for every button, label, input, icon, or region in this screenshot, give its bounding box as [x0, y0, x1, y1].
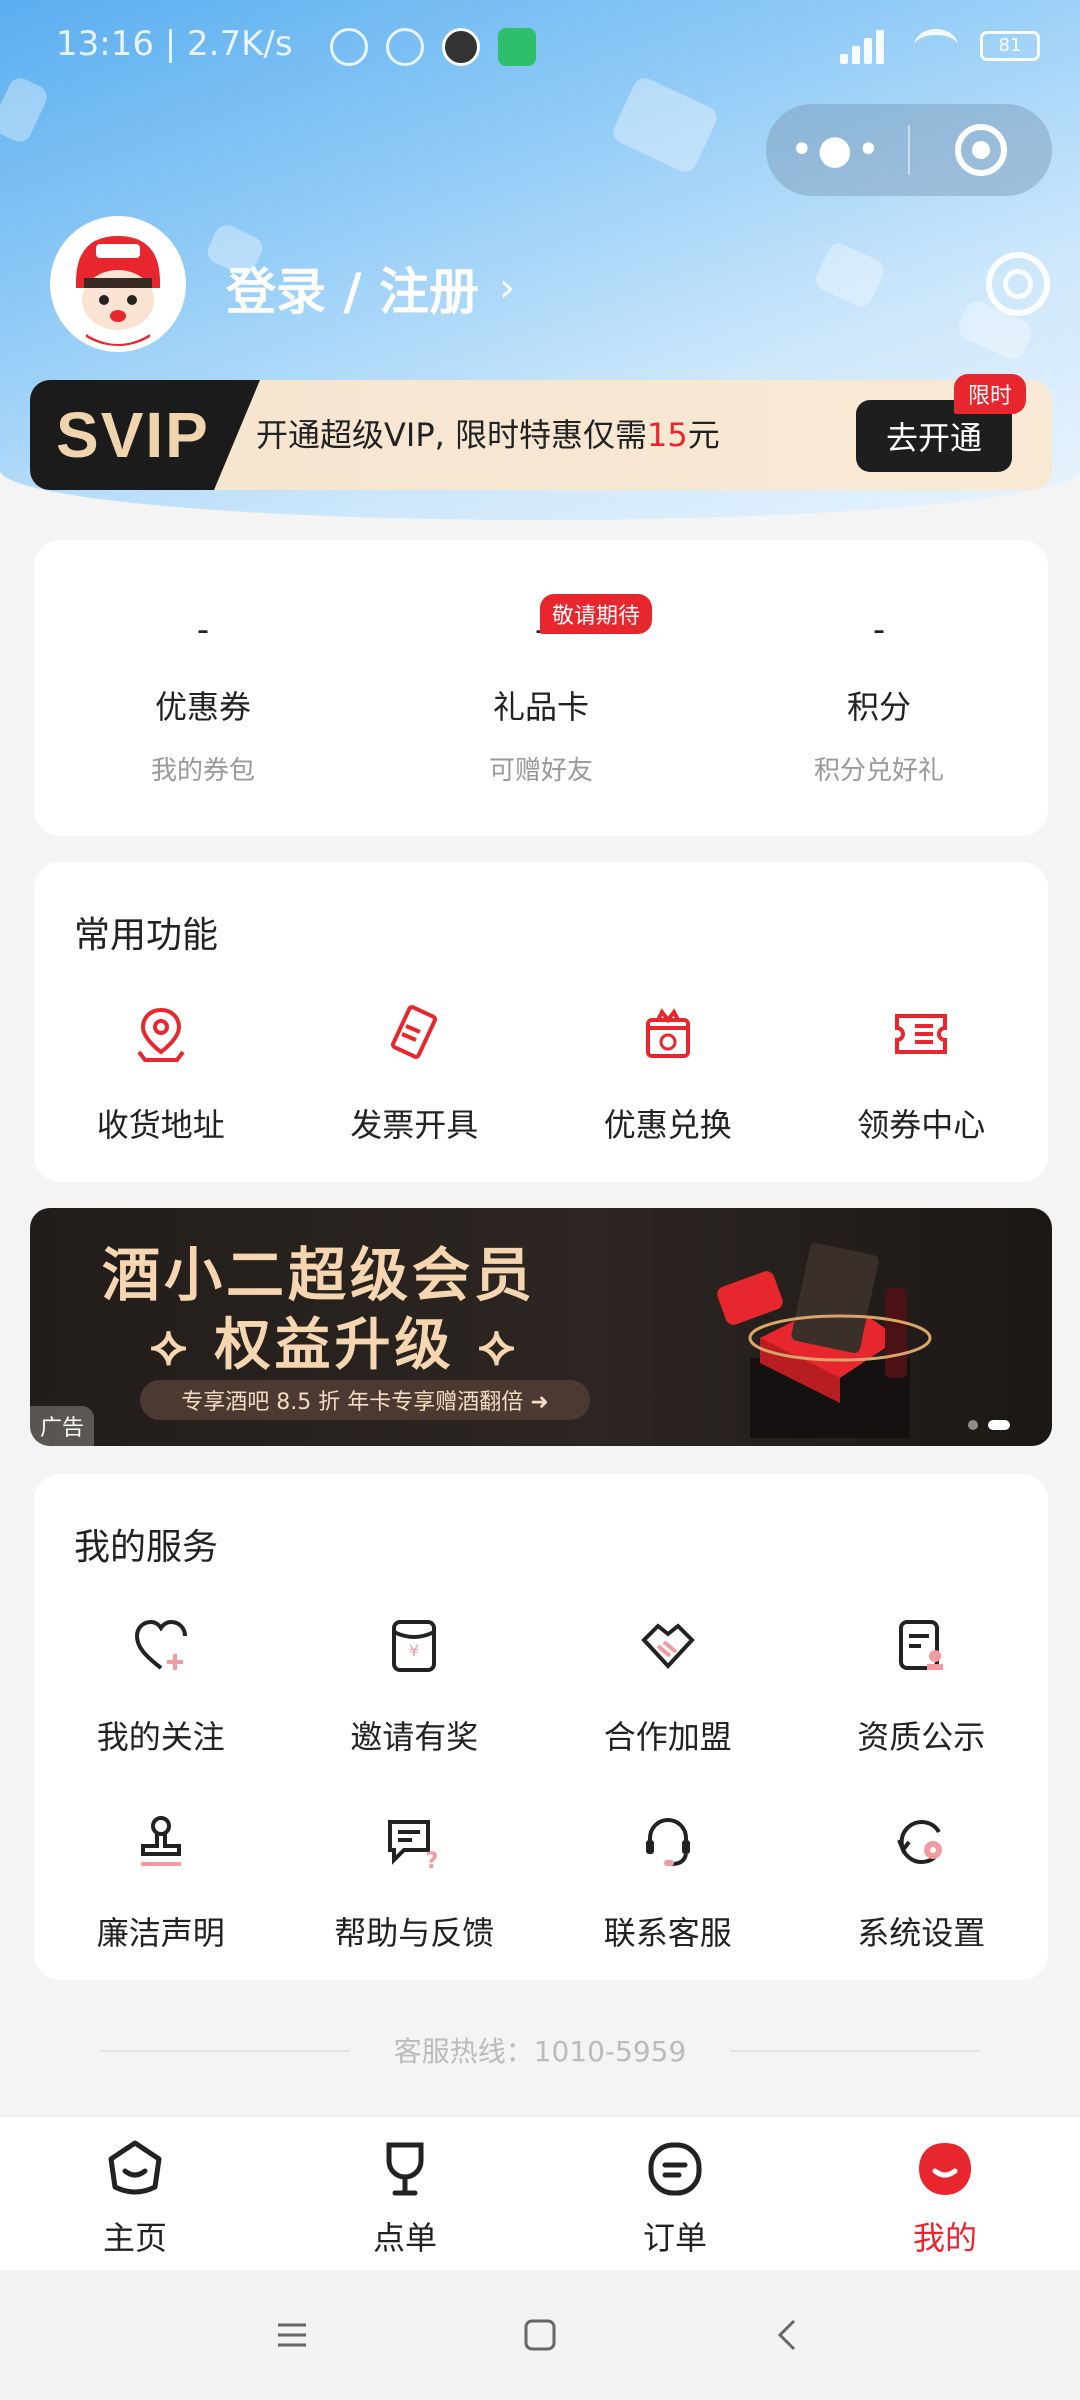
exchange-entry[interactable]: 优惠兑换 — [541, 1002, 795, 1146]
customer-service-entry[interactable]: 联系客服 — [541, 1810, 795, 1954]
coming-soon-badge: 敬请期待 — [540, 594, 653, 634]
carousel-indicator — [968, 1420, 1010, 1430]
help-feedback-icon: ? — [382, 1810, 446, 1874]
gift-box-illustration-icon — [717, 1242, 932, 1438]
coupon-icon — [889, 1002, 953, 1066]
status-time: 13:16 | 2.7K/s — [56, 24, 293, 64]
carousel-dot-active — [988, 1420, 1010, 1430]
settings-icon[interactable] — [986, 252, 1050, 316]
coupon-sub: 我的券包 — [150, 756, 255, 786]
wine-glass-icon — [386, 2142, 424, 2196]
battery-saver-icon — [498, 28, 536, 66]
banner-subtitle: ⟡ 权益升级 ⟡ — [150, 1313, 520, 1378]
more-icon[interactable]: •●• — [766, 127, 908, 173]
svg-text:?: ? — [426, 1849, 439, 1874]
section-title: 常用功能 — [74, 915, 219, 956]
tab-home[interactable]: 主页 — [0, 2117, 270, 2270]
profile-icon — [919, 2143, 971, 2195]
recent-apps-button[interactable] — [168, 2270, 416, 2400]
gift-card-sub: 可赠好友 — [488, 756, 593, 786]
coupon-center-entry[interactable]: 领券中心 — [795, 1002, 1049, 1146]
home-button[interactable] — [416, 2270, 664, 2400]
settings-icon — [889, 1810, 953, 1874]
coupon-asset[interactable]: - 优惠券 我的券包 — [34, 540, 372, 836]
svg-text:¥: ¥ — [409, 1641, 419, 1660]
battery-icon: 81 — [980, 31, 1040, 61]
qualification-entry[interactable]: 资质公示 — [795, 1614, 1049, 1758]
location-pin-icon — [129, 1002, 193, 1066]
handshake-icon — [636, 1614, 700, 1678]
carousel-dot — [968, 1420, 978, 1430]
headset-icon — [636, 1810, 700, 1874]
home-icon — [108, 2140, 162, 2195]
svip-promo-bar[interactable]: SVIP 开通超级VIP, 限时特惠仅需15元 去开通 限时 — [30, 374, 1052, 490]
my-services-card: 我的服务 我的关注 ¥ 邀请有奖 合作加盟 资质公示 廉洁声明 ? 帮助与反馈 … — [34, 1474, 1048, 1980]
target-icon — [955, 124, 1007, 176]
invite-envelope-icon: ¥ — [382, 1614, 446, 1678]
system-navigation-bar — [0, 2270, 1080, 2400]
bottom-tab-bar: 主页 点单 订单 我的 — [0, 2116, 1080, 2270]
integrity-statement-entry[interactable]: 廉洁声明 — [34, 1810, 288, 1954]
help-feedback-entry[interactable]: ? 帮助与反馈 — [288, 1810, 542, 1954]
banner-promo-pill: 专享酒吧 8.5 折 年卡专享赠酒翻倍 ➜ — [140, 1380, 590, 1420]
mascot-avatar-icon — [56, 222, 180, 346]
points-label: 积分 — [846, 688, 911, 726]
assets-card: - 优惠券 我的券包 - 礼品卡 可赠好友 敬请期待 - 积分 积分兑好礼 — [34, 540, 1048, 836]
tab-order-drinks[interactable]: 点单 — [270, 2117, 540, 2270]
order-icon — [648, 2142, 702, 2196]
svip-promo-text: 开通超级VIP, 限时特惠仅需15元 — [256, 416, 720, 454]
address-entry[interactable]: 收货地址 — [34, 1002, 288, 1146]
gift-card-label: 礼品卡 — [492, 688, 589, 726]
tab-mine[interactable]: 我的 — [810, 2117, 1080, 2270]
invoice-entry[interactable]: 发票开具 — [288, 1002, 542, 1146]
points-sub: 积分兑好礼 — [813, 756, 944, 786]
back-button[interactable] — [664, 2270, 912, 2400]
avatar[interactable] — [50, 216, 186, 352]
invite-entry[interactable]: ¥ 邀请有奖 — [288, 1614, 542, 1758]
close-miniprogram-button[interactable] — [910, 124, 1052, 176]
favorites-entry[interactable]: 我的关注 — [34, 1614, 288, 1758]
svip-price: 15 — [646, 416, 688, 454]
ad-tag: 广告 — [30, 1406, 95, 1446]
franchise-entry[interactable]: 合作加盟 — [541, 1614, 795, 1758]
section-title: 我的服务 — [74, 1527, 219, 1568]
miniprogram-capsule: •●• — [766, 104, 1052, 196]
points-count: - — [872, 610, 886, 650]
customer-hotline: 客服热线：1010-5959 — [0, 2030, 1080, 2070]
alarm-icon — [386, 28, 424, 66]
invoice-icon — [382, 1002, 446, 1066]
chevron-right-icon: › — [499, 265, 516, 311]
points-asset[interactable]: - 积分 积分兑好礼 — [710, 540, 1048, 836]
coupon-count: - — [196, 610, 210, 650]
status-bar: 13:16 | 2.7K/s 81 — [0, 0, 1080, 100]
svip-badge: SVIP — [30, 380, 260, 490]
svip-ad-banner[interactable]: 酒小二超级会员 ⟡ 权益升级 ⟡ 专享酒吧 8.5 折 年卡专享赠酒翻倍 ➜ 广… — [30, 1208, 1052, 1446]
heart-icon — [129, 1614, 193, 1678]
ice-decoration — [812, 239, 888, 311]
square-icon — [524, 2319, 556, 2351]
back-arrow-icon — [777, 2319, 796, 2351]
gift-box-icon — [636, 1002, 700, 1066]
login-label: 登录 / 注册 — [226, 263, 480, 321]
app-icon — [442, 28, 480, 66]
gift-card-asset[interactable]: - 礼品卡 可赠好友 敬请期待 — [372, 540, 710, 836]
coupon-label: 优惠券 — [154, 688, 251, 726]
menu-icon — [278, 2323, 306, 2347]
common-functions-card: 常用功能 收货地址 发票开具 优惠兑换 领券中心 — [34, 862, 1048, 1182]
system-settings-entry[interactable]: 系统设置 — [795, 1810, 1049, 1954]
limited-time-tag: 限时 — [953, 374, 1026, 414]
tab-orders[interactable]: 订单 — [540, 2117, 810, 2270]
wifi-icon — [914, 29, 958, 63]
mute-icon — [330, 28, 368, 66]
certificate-icon — [889, 1614, 953, 1678]
login-register-link[interactable]: 登录 / 注册 › — [226, 252, 515, 324]
signal-icon — [840, 28, 892, 64]
stamp-icon — [129, 1810, 193, 1874]
